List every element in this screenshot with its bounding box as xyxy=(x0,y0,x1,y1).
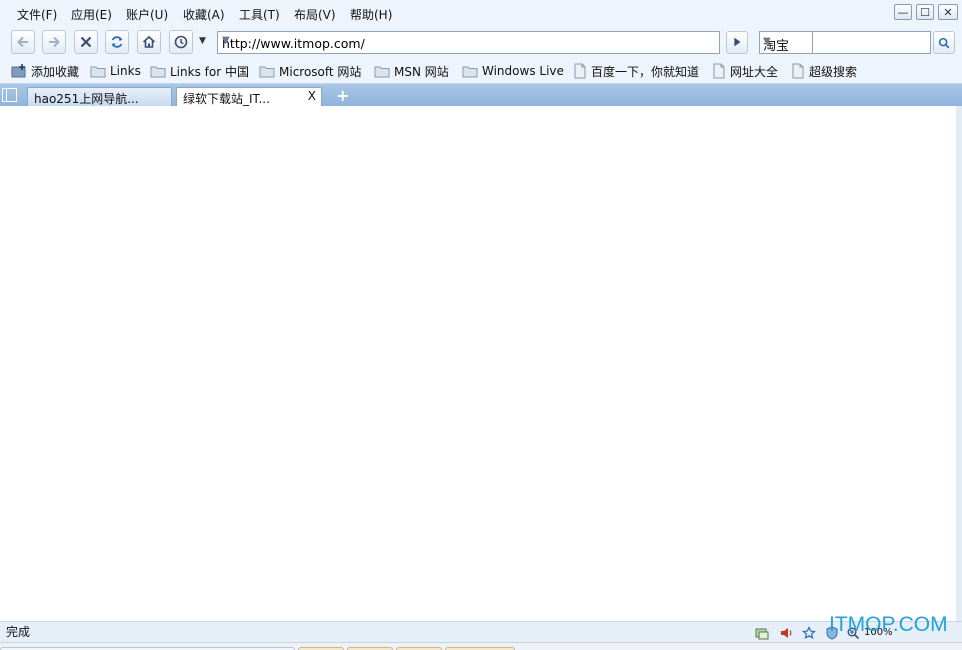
bookmark-add[interactable]: 添加收藏 xyxy=(11,62,79,80)
minimize-button[interactable]: — xyxy=(894,4,912,20)
search-icon xyxy=(938,37,950,48)
address-dropdown-icon[interactable]: ▼ xyxy=(222,35,715,46)
tab-itmop[interactable]: 绿软下载站_IT... X xyxy=(176,87,322,106)
menu-file[interactable]: 文件(F) xyxy=(17,6,57,23)
play-arrow-icon xyxy=(734,37,741,47)
bookmark-label: 添加收藏 xyxy=(31,64,80,79)
taskbar-strip xyxy=(0,642,962,650)
page-icon xyxy=(574,63,586,79)
page-icon xyxy=(792,63,804,79)
close-window-button[interactable]: ✕ xyxy=(938,4,958,20)
search-button[interactable] xyxy=(933,31,955,54)
minimize-icon: — xyxy=(897,5,909,19)
tab-label: 绿软下载站_IT... xyxy=(183,92,270,106)
address-bar[interactable]: http://www.itmop.com/ ▼ xyxy=(217,31,720,54)
tab-bar: hao251上网导航... 绿软下载站_IT... X + xyxy=(0,84,962,106)
status-bar: 完成 100% xyxy=(0,621,962,642)
search-input[interactable] xyxy=(813,32,930,53)
sidebar-toggle-icon[interactable] xyxy=(2,88,17,102)
bookmark-baidu[interactable]: 百度一下，你就知道 xyxy=(573,62,699,80)
bookmarks-bar: 添加收藏 Links Links for 中国 Microsoft 网站 MSN… xyxy=(0,58,962,84)
bookmark-folder-windows-live[interactable]: Windows Live xyxy=(462,62,564,80)
stop-button[interactable] xyxy=(74,30,98,54)
maximize-button[interactable]: ☐ xyxy=(916,4,934,20)
folder-icon xyxy=(462,66,478,78)
history-button[interactable] xyxy=(169,30,193,54)
menu-help[interactable]: 帮助(H) xyxy=(350,6,392,23)
status-text: 完成 xyxy=(6,625,31,639)
speaker-icon[interactable] xyxy=(779,626,793,640)
bookmark-label: Links xyxy=(110,64,141,78)
folder-icon xyxy=(150,66,166,78)
engine-dropdown-icon[interactable]: ▼ xyxy=(763,36,808,47)
add-bookmark-icon xyxy=(11,64,26,78)
menu-apps[interactable]: 应用(E) xyxy=(71,6,112,23)
watermark-logo: ITMOP.COM xyxy=(829,613,948,636)
bookmark-label: Links for 中国 xyxy=(170,64,249,79)
vertical-scrollbar[interactable] xyxy=(956,106,962,621)
search-box[interactable] xyxy=(813,31,931,54)
navigation-toolbar: ▼ http://www.itmop.com/ ▼ 淘宝 ▼ xyxy=(0,28,962,58)
menu-account[interactable]: 账户(U) xyxy=(126,6,168,23)
bookmark-folder-links[interactable]: Links xyxy=(90,62,141,80)
back-button[interactable] xyxy=(11,30,35,54)
menu-layout[interactable]: 布局(V) xyxy=(294,6,336,23)
tab-close-icon[interactable]: X xyxy=(308,89,316,103)
bookmark-label: 百度一下，你就知道 xyxy=(591,64,700,79)
bookmark-label: 超级搜索 xyxy=(809,64,858,79)
folder-icon xyxy=(259,66,275,78)
bookmark-label: 网址大全 xyxy=(730,64,779,79)
stop-x-icon xyxy=(80,36,92,48)
tab-label: hao251上网导航... xyxy=(34,92,139,106)
bookmark-label: Windows Live xyxy=(482,64,564,78)
menu-favorites[interactable]: 收藏(A) xyxy=(183,6,225,23)
menu-tools[interactable]: 工具(T) xyxy=(239,6,280,23)
star-icon[interactable] xyxy=(802,626,816,640)
arrow-right-icon xyxy=(49,36,60,48)
bookmark-super-search[interactable]: 超级搜索 xyxy=(791,62,857,80)
folder-icon xyxy=(90,66,106,78)
new-tab-plus-icon[interactable]: + xyxy=(336,86,349,105)
bookmark-folder-msn[interactable]: MSN 网站 xyxy=(374,62,449,80)
bookmark-label: MSN 网站 xyxy=(394,64,449,79)
close-icon: ✕ xyxy=(943,5,953,19)
refresh-icon xyxy=(111,36,123,48)
search-engine-select[interactable]: 淘宝 ▼ xyxy=(759,31,813,54)
page-content[interactable] xyxy=(0,106,956,621)
maximize-icon: ☐ xyxy=(920,5,930,19)
tab-hao251[interactable]: hao251上网导航... xyxy=(27,87,172,106)
folder-icon xyxy=(374,66,390,78)
menu-bar: 文件(F) 应用(E) 账户(U) 收藏(A) 工具(T) 布局(V) 帮助(H… xyxy=(0,0,962,28)
arrow-left-icon xyxy=(17,36,28,48)
history-dropdown-icon[interactable]: ▼ xyxy=(199,36,206,46)
page-icon xyxy=(713,63,725,79)
bookmark-folder-links-china[interactable]: Links for 中国 xyxy=(150,62,249,80)
forward-button[interactable] xyxy=(42,30,66,54)
network-icon[interactable] xyxy=(755,626,769,640)
history-clock-icon xyxy=(174,35,188,49)
bookmark-label: Microsoft 网站 xyxy=(279,64,362,79)
home-button[interactable] xyxy=(137,30,161,54)
bookmark-url-directory[interactable]: 网址大全 xyxy=(712,62,778,80)
bookmark-folder-microsoft[interactable]: Microsoft 网站 xyxy=(259,62,361,80)
go-button[interactable] xyxy=(726,31,748,54)
home-icon xyxy=(142,35,156,48)
refresh-button[interactable] xyxy=(105,30,129,54)
